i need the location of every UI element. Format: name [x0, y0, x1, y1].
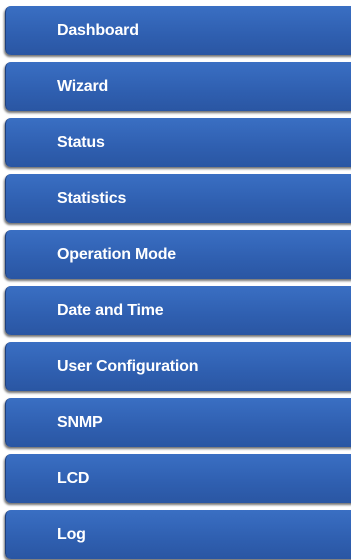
sidebar-item-label: Status	[57, 133, 105, 151]
sidebar-item-label: LCD	[57, 469, 90, 487]
sidebar-item-statistics[interactable]: Statistics	[5, 174, 351, 223]
sidebar-item-log[interactable]: Log	[5, 510, 351, 559]
sidebar-item-label: User Configuration	[57, 357, 199, 375]
sidebar-item-status[interactable]: Status	[5, 118, 351, 167]
sidebar-item-operation-mode[interactable]: Operation Mode	[5, 230, 351, 279]
sidebar-item-lcd[interactable]: LCD	[5, 454, 351, 503]
sidebar-item-user-configuration[interactable]: User Configuration	[5, 342, 351, 391]
sidebar-item-label: Dashboard	[57, 21, 139, 39]
sidebar-item-label: SNMP	[57, 413, 103, 431]
sidebar-item-label: Wizard	[57, 77, 109, 95]
sidebar-item-label: Log	[57, 525, 86, 543]
sidebar-item-label: Statistics	[57, 189, 127, 207]
sidebar-item-dashboard[interactable]: Dashboard	[5, 6, 351, 55]
sidebar-item-snmp[interactable]: SNMP	[5, 398, 351, 447]
sidebar-menu: Dashboard Wizard Status Statistics Opera…	[0, 0, 351, 560]
sidebar-item-date-and-time[interactable]: Date and Time	[5, 286, 351, 335]
sidebar-item-label: Operation Mode	[57, 245, 176, 263]
sidebar-item-wizard[interactable]: Wizard	[5, 62, 351, 111]
sidebar-item-label: Date and Time	[57, 301, 164, 319]
